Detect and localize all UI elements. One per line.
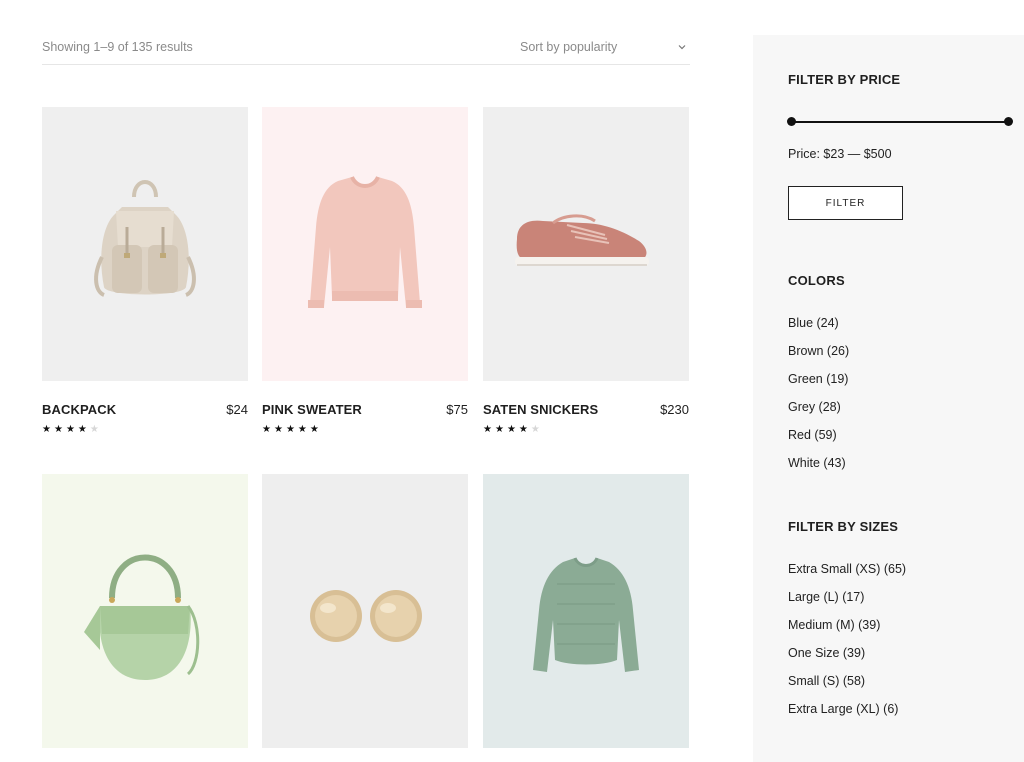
filter-sidebar: FILTER BY PRICE Price: $23 — $500 FILTER… (753, 35, 1024, 762)
star-icon: ★ (309, 424, 322, 435)
star-icon: ★ (77, 424, 90, 435)
product-image-link[interactable] (42, 107, 248, 381)
result-count: Showing 1–9 of 135 results (42, 40, 193, 54)
price-slider[interactable] (787, 117, 1013, 126)
color-filter-item[interactable]: Red (59) (788, 427, 849, 455)
sort-dropdown[interactable]: Sort by popularity (520, 39, 690, 59)
star-icon: ★ (483, 424, 495, 435)
product-price: $230 (660, 402, 689, 417)
size-filter-item[interactable]: One Size (39) (788, 645, 906, 673)
sizes-filter-title: FILTER BY SIZES (788, 519, 899, 534)
star-rating: ★★★★★ (262, 424, 322, 436)
star-icon: ★ (518, 424, 531, 435)
product-price: $24 (226, 402, 248, 417)
price-range-text: Price: $23 — $500 (788, 147, 892, 161)
sizes-filter-list: Extra Small (XS) (65) Large (L) (17) Med… (788, 561, 906, 730)
product-title[interactable]: PINK SWEATER (262, 402, 362, 417)
color-filter-item[interactable]: White (43) (788, 455, 849, 483)
size-filter-item[interactable]: Extra Small (XS) (65) (788, 561, 906, 589)
star-icon: ★ (65, 424, 78, 435)
sort-dropdown-label: Sort by popularity (520, 40, 618, 54)
color-filter-item[interactable]: Brown (26) (788, 343, 849, 371)
star-icon: ★ (262, 424, 274, 435)
star-icon: ★ (285, 424, 298, 435)
star-icon: ★ (53, 424, 66, 435)
product-price: $75 (446, 402, 468, 417)
size-filter-item[interactable]: Large (L) (17) (788, 589, 906, 617)
product-image-link[interactable] (483, 474, 689, 748)
product-image-link[interactable] (262, 474, 468, 748)
sneaker-image (483, 107, 689, 381)
handbag-image (42, 474, 248, 748)
size-filter-item[interactable]: Small (S) (58) (788, 673, 906, 701)
star-icon: ★ (273, 424, 286, 435)
star-rating: ★★★★★ (42, 424, 102, 436)
size-filter-item[interactable]: Extra Large (XL) (6) (788, 701, 906, 729)
star-icon: ★ (297, 424, 310, 435)
star-rating: ★★★★★ (483, 424, 543, 436)
price-slider-min-handle[interactable] (787, 117, 796, 126)
star-empty-icon: ★ (89, 424, 102, 435)
price-filter-title: FILTER BY PRICE (788, 72, 901, 87)
product-image-link[interactable] (42, 474, 248, 748)
size-filter-item[interactable]: Medium (M) (39) (788, 617, 906, 645)
star-icon: ★ (494, 424, 507, 435)
filter-button[interactable]: FILTER (788, 186, 903, 220)
star-icon: ★ (42, 424, 54, 435)
product-image-link[interactable] (483, 107, 689, 381)
colors-filter-list: Blue (24) Brown (26) Green (19) Grey (28… (788, 315, 849, 484)
star-icon: ★ (506, 424, 519, 435)
star-empty-icon: ★ (530, 424, 543, 435)
colors-filter-title: COLORS (788, 273, 845, 288)
product-title[interactable]: SATEN SNICKERS (483, 402, 598, 417)
chevron-down-icon (678, 45, 686, 50)
sweater-image (262, 107, 468, 381)
knit-sweater-image (483, 474, 689, 748)
color-filter-item[interactable]: Grey (28) (788, 399, 849, 427)
backpack-image (42, 107, 248, 381)
product-image-link[interactable] (262, 107, 468, 381)
product-title[interactable]: BACKPACK (42, 402, 116, 417)
price-slider-max-handle[interactable] (1004, 117, 1013, 126)
shop-toolbar: Showing 1–9 of 135 results Sort by popul… (42, 36, 690, 65)
color-filter-item[interactable]: Green (19) (788, 371, 849, 399)
color-filter-item[interactable]: Blue (24) (788, 315, 849, 343)
earrings-image (262, 474, 468, 748)
